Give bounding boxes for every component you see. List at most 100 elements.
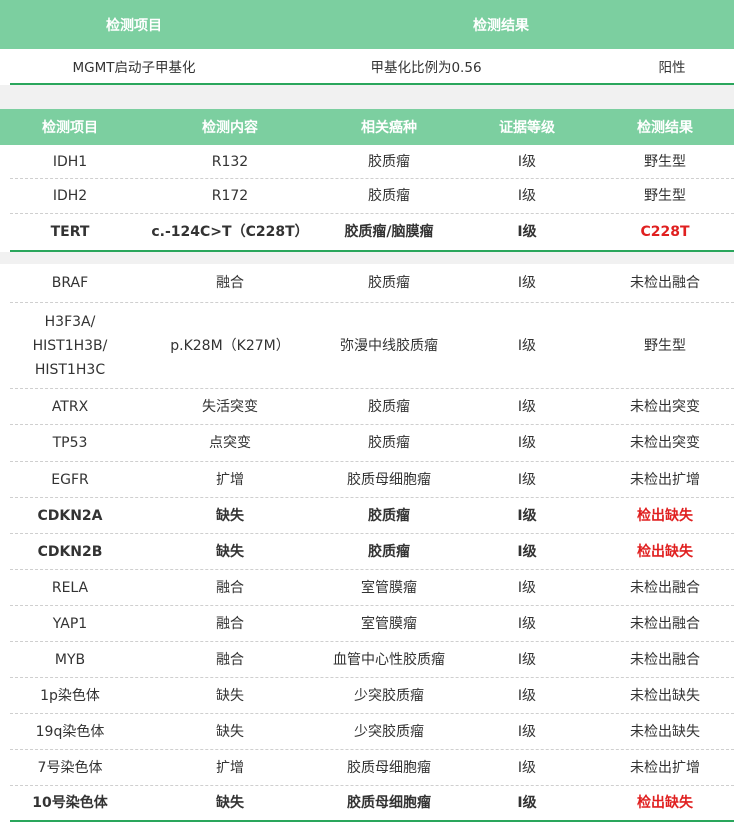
cell-cancer: 胶质母细胞瘤	[347, 795, 431, 811]
cell-item: IDH2	[52, 188, 88, 204]
cell-result: 未检出缺失	[630, 723, 700, 740]
cell-content: 缺失	[216, 687, 244, 704]
cell-item: 10号染色体	[32, 795, 108, 811]
cell-level: I级	[517, 687, 537, 704]
cell-result: 检出缺失	[637, 543, 693, 560]
divider-line	[10, 820, 734, 822]
cell-content: 失活突变	[202, 398, 258, 415]
table-row: 10号染色体 缺失 胶质母细胞瘤 I级 检出缺失	[0, 786, 734, 820]
cell-item: IDH1	[52, 153, 88, 170]
cell-level: I级	[517, 224, 537, 240]
cell-item: TP53	[52, 435, 88, 451]
cell-item: CDKN2B	[37, 543, 103, 560]
cell-cancer: 胶质瘤	[368, 507, 410, 524]
cell-level: I级	[517, 759, 537, 776]
cell-content: 融合	[216, 615, 244, 632]
table-row: BRAF 融合 胶质瘤 I级 未检出融合	[0, 264, 734, 302]
cell-result: 未检出扩增	[630, 759, 700, 776]
cell-result: 未检出融合	[630, 275, 700, 291]
table-row: CDKN2A 缺失 胶质瘤 I级 检出缺失	[0, 498, 734, 533]
cell-item: ATRX	[51, 398, 89, 415]
cell-level: I级	[517, 579, 537, 596]
cell-level: I级	[517, 615, 537, 632]
cell-content: 缺失	[216, 543, 244, 560]
cell-result: 野生型	[644, 153, 686, 170]
cell-content: 缺失	[216, 723, 244, 740]
cell-result: 未检出融合	[630, 579, 700, 596]
table-row: TERT c.-124C>T（C228T） 胶质瘤/脑膜瘤 I级 C228T	[0, 214, 734, 250]
cell-content: 缺失	[216, 795, 244, 811]
cell-content: 融合	[216, 579, 244, 596]
cell-content: p.K28M（K27M）	[170, 337, 290, 354]
table-row: 1p染色体 缺失 少突胶质瘤 I级 未检出缺失	[0, 678, 734, 713]
table-row: CDKN2B 缺失 胶质瘤 I级 检出缺失	[0, 534, 734, 569]
table-row: YAP1 融合 室管膜瘤 I级 未检出融合	[0, 606, 734, 641]
cell-item: RELA	[51, 579, 89, 596]
cell-cancer: 弥漫中线胶质瘤	[340, 337, 438, 354]
cell-cancer: 胶质瘤	[368, 398, 410, 415]
cell-item: H3F3A/ HIST1H3B/ HIST1H3C	[32, 313, 108, 378]
header-level: 证据等级	[499, 120, 555, 136]
cell-result: 检出缺失	[637, 795, 693, 811]
cell-result: C228T	[640, 224, 690, 240]
cell-cancer: 少突胶质瘤	[354, 687, 424, 704]
table-row: ATRX 失活突变 胶质瘤 I级 未检出突变	[0, 389, 734, 424]
summary-header-result: 检测结果	[473, 17, 529, 34]
report-page: 检测项目 检测结果 MGMT启动子甲基化 甲基化比例为0.56 阳性 检测项目 …	[0, 0, 734, 824]
cell-item: 1p染色体	[40, 687, 100, 704]
cell-item: TERT	[50, 224, 90, 240]
cell-result: 野生型	[644, 188, 686, 204]
cell-cancer: 胶质瘤	[368, 435, 410, 451]
summary-item: MGMT启动子甲基化	[72, 60, 196, 76]
cell-content: 扩增	[216, 759, 244, 776]
cell-cancer: 胶质瘤	[368, 153, 410, 170]
table-row: H3F3A/ HIST1H3B/ HIST1H3C p.K28M（K27M） 弥…	[0, 303, 734, 388]
table-row: MYB 融合 血管中心性胶质瘤 I级 未检出融合	[0, 642, 734, 677]
cell-content: c.-124C>T（C228T）	[151, 224, 309, 240]
table-row: 19q染色体 缺失 少突胶质瘤 I级 未检出缺失	[0, 714, 734, 749]
cell-content: 缺失	[216, 507, 244, 524]
cell-content: R172	[211, 188, 249, 204]
cell-item: BRAF	[51, 275, 89, 291]
cell-item: CDKN2A	[37, 507, 103, 524]
table-row: RELA 融合 室管膜瘤 I级 未检出融合	[0, 570, 734, 605]
cell-cancer: 少突胶质瘤	[354, 723, 424, 740]
cell-level: I级	[517, 471, 537, 488]
summary-table-row: MGMT启动子甲基化 甲基化比例为0.56 阳性	[0, 49, 734, 83]
section-gap	[0, 85, 734, 109]
cell-item: 19q染色体	[35, 723, 105, 740]
header-content: 检测内容	[202, 120, 258, 136]
table-row: EGFR 扩增 胶质母细胞瘤 I级 未检出扩增	[0, 462, 734, 497]
header-item: 检测项目	[42, 120, 98, 136]
cell-result: 野生型	[644, 337, 686, 354]
cell-cancer: 胶质母细胞瘤	[347, 471, 431, 488]
cell-level: I级	[517, 651, 537, 668]
detail-table-header: 检测项目 检测内容 相关癌种 证据等级 检测结果	[0, 109, 734, 145]
cell-item: 7号染色体	[37, 759, 103, 776]
cell-item: EGFR	[51, 471, 89, 488]
cell-result: 未检出扩增	[630, 471, 700, 488]
cell-cancer: 血管中心性胶质瘤	[333, 651, 445, 668]
cell-level: I级	[517, 188, 537, 204]
cell-result: 未检出缺失	[630, 687, 700, 704]
cell-level: I级	[517, 153, 537, 170]
cell-cancer: 胶质瘤	[368, 543, 410, 560]
section-gap	[0, 252, 734, 264]
summary-header-item: 检测项目	[106, 17, 162, 34]
cell-content: 扩增	[216, 471, 244, 488]
cell-result: 未检出突变	[630, 398, 700, 415]
cell-level: I级	[517, 337, 537, 354]
cell-cancer: 室管膜瘤	[361, 579, 417, 596]
summary-result: 阳性	[658, 60, 686, 76]
cell-result: 未检出融合	[630, 615, 700, 632]
cell-item: MYB	[54, 651, 86, 668]
cell-level: I级	[517, 435, 537, 451]
header-result: 检测结果	[637, 120, 693, 136]
cell-cancer: 室管膜瘤	[361, 615, 417, 632]
cell-content: 融合	[216, 275, 244, 291]
table-row: TP53 点突变 胶质瘤 I级 未检出突变	[0, 425, 734, 461]
cell-level: I级	[517, 543, 537, 560]
cell-cancer: 胶质瘤/脑膜瘤	[344, 224, 434, 240]
cell-level: I级	[517, 723, 537, 740]
table-row: IDH1 R132 胶质瘤 I级 野生型	[0, 145, 734, 178]
